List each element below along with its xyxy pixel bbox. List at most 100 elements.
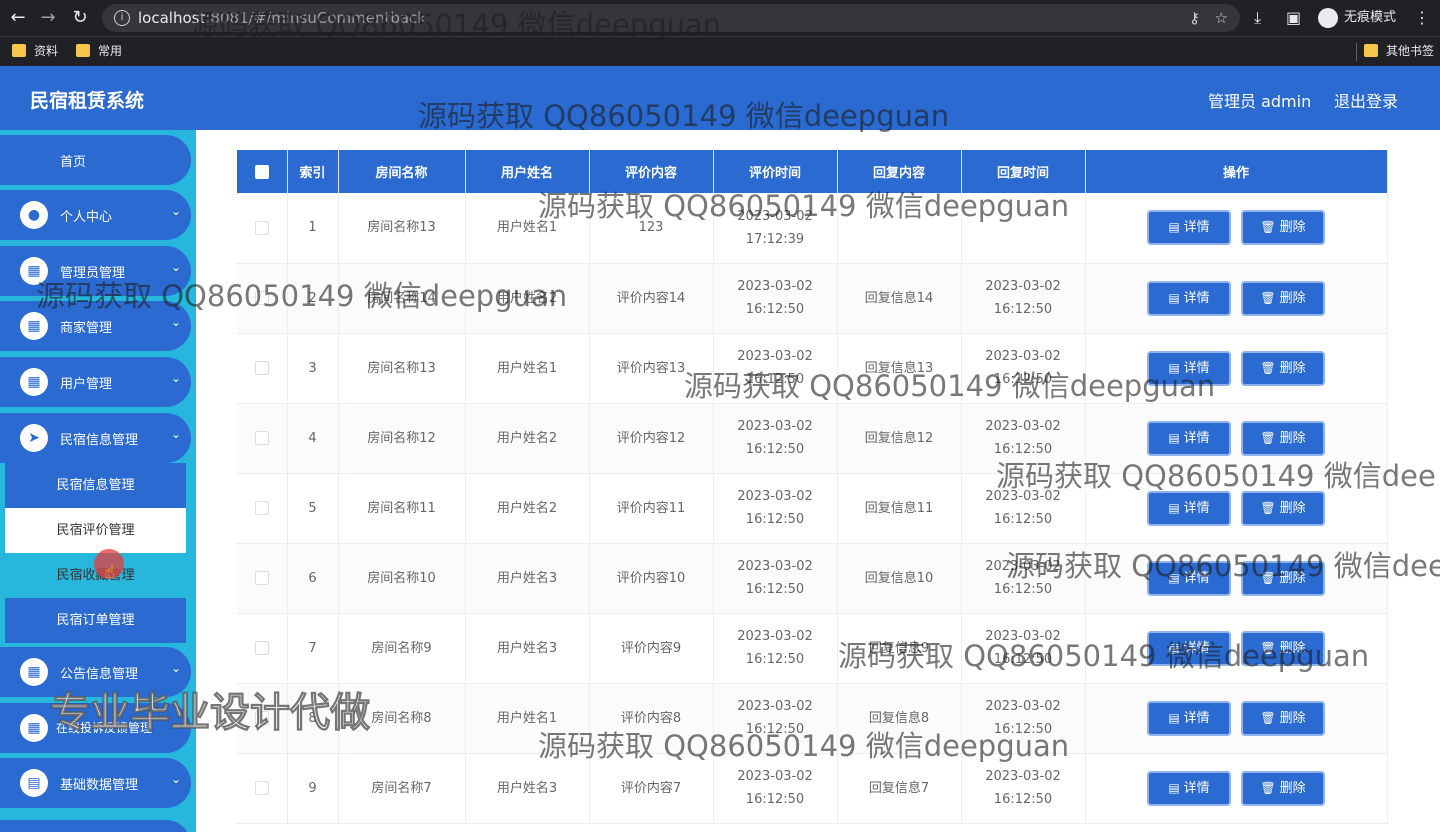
sidebar-item-more[interactable] (0, 820, 191, 832)
star-icon[interactable]: ☆ (1215, 4, 1228, 32)
user-icon: ● (20, 201, 48, 229)
detail-button[interactable]: ▤ 详情 (1147, 280, 1231, 316)
row-checkbox[interactable] (254, 501, 269, 515)
address-bar[interactable]: i localhost:8081/#/minsuCommentback ⚷ ☆ (102, 4, 1240, 32)
sidebar-item-admin-management[interactable]: ▦ 管理员管理 ⌄ (0, 246, 191, 296)
detail-button[interactable]: ▤ 详情 (1147, 490, 1231, 526)
detail-button[interactable]: ▤ 详情 (1147, 210, 1231, 246)
back-icon[interactable]: ← (6, 6, 30, 30)
detail-button[interactable]: ▤ 详情 (1147, 350, 1231, 386)
cell-room-name: 房间名称12 (338, 403, 466, 474)
delete-label: 删除 (1279, 570, 1306, 586)
folder-icon (1364, 44, 1378, 57)
detail-button[interactable]: ▤ 详情 (1147, 560, 1231, 596)
cell-reply-time: 2023-03-02 16:12:50 (961, 473, 1086, 544)
row-checkbox-cell (237, 193, 288, 264)
trash-icon: 🗑 (1260, 430, 1276, 445)
cell-comment: 评价内容9 (589, 613, 714, 684)
logout-link[interactable]: 退出登录 (1334, 88, 1398, 112)
sidebar-item-label: 个人中心 (60, 210, 113, 225)
grid-icon: ▦ (20, 368, 48, 396)
chevron-down-icon: ⌄ (170, 315, 181, 329)
detail-label: 详情 (1183, 290, 1210, 306)
document-icon: ▤ (1168, 570, 1180, 585)
sidebar-item-basic-data[interactable]: ▤ 基础数据管理 ⌄ (0, 758, 191, 808)
delete-button[interactable]: 🗑 删除 (1241, 630, 1325, 666)
sidebar-item-user-management[interactable]: ▦ 用户管理 ⌄ (0, 357, 191, 407)
cell-actions: ▤ 详情 🗑 删除 (1085, 333, 1388, 404)
delete-button[interactable]: 🗑 删除 (1241, 490, 1325, 526)
row-checkbox-cell (237, 543, 288, 614)
row-checkbox[interactable] (254, 361, 269, 375)
hand-cursor-icon: ☝ (104, 562, 115, 583)
download-icon[interactable]: ⤓ (1254, 8, 1261, 28)
info-icon[interactable]: i (114, 10, 130, 26)
bookmark-folder[interactable]: 资料 (12, 43, 58, 59)
key-icon[interactable]: ⚷ (1189, 4, 1200, 32)
cell-reply-time: 2023-03-02 16:12:50 (961, 613, 1086, 684)
sidebar-item-label: 管理员管理 (60, 266, 126, 281)
cell-reply: 回复信息13 (837, 333, 962, 404)
submenu-homestay-review[interactable]: 民宿评价管理 (5, 508, 186, 553)
delete-button[interactable]: 🗑 删除 (1241, 770, 1325, 806)
delete-label: 删除 (1279, 290, 1306, 306)
submenu-homestay-info[interactable]: 民宿信息管理 (5, 463, 186, 508)
row-checkbox[interactable] (254, 571, 269, 585)
delete-button[interactable]: 🗑 删除 (1241, 210, 1325, 246)
cell-reply-time: 2023-03-02 16:12:50 (961, 543, 1086, 614)
app-header: 民宿租赁系统 管理员 admin 退出登录 (0, 66, 1440, 130)
cell-actions: ▤ 详情 🗑 删除 (1085, 753, 1388, 824)
sidebar-item-home[interactable]: 首页 (0, 135, 191, 185)
incognito-icon (1318, 8, 1338, 28)
cell-comment: 评价内容13 (589, 333, 714, 404)
cell-reply-time: 2023-03-02 16:12:50 (961, 263, 1086, 334)
table-header-row: 索引 房间名称 用户姓名 评价内容 评价时间 回复内容 回复时间 操作 (237, 150, 1388, 193)
cell-reply: 回复信息7 (837, 753, 962, 824)
detail-label: 详情 (1183, 640, 1210, 656)
bookmark-folder[interactable]: 常用 (76, 43, 122, 59)
detail-button[interactable]: ▤ 详情 (1147, 770, 1231, 806)
detail-button[interactable]: ▤ 详情 (1147, 420, 1231, 456)
row-checkbox[interactable] (254, 641, 269, 655)
cell-comment-time: 2023-03-02 16:12:50 (713, 683, 838, 754)
reload-icon[interactable]: ↻ (68, 6, 92, 30)
detail-button[interactable]: ▤ 详情 (1147, 630, 1231, 666)
detail-label: 详情 (1183, 430, 1210, 446)
cell-user-name: 用户姓名3 (465, 613, 590, 684)
detail-label: 详情 (1183, 360, 1210, 376)
sidebar-item-merchant-management[interactable]: ▦ 商家管理 ⌄ (0, 301, 191, 351)
row-checkbox[interactable] (254, 291, 269, 305)
delete-button[interactable]: 🗑 删除 (1241, 700, 1325, 736)
delete-button[interactable]: 🗑 删除 (1241, 350, 1325, 386)
cell-actions: ▤ 详情 🗑 删除 (1085, 613, 1388, 684)
cell-room-name: 房间名称14 (338, 263, 466, 334)
cell-actions: ▤ 详情 🗑 删除 (1085, 403, 1388, 474)
delete-button[interactable]: 🗑 删除 (1241, 420, 1325, 456)
row-checkbox[interactable] (254, 220, 269, 235)
delete-button[interactable]: 🗑 删除 (1241, 560, 1325, 596)
document-icon: ▤ (1168, 290, 1180, 305)
sidebar-item-personal-center[interactable]: ● 个人中心 ⌄ (0, 190, 191, 240)
detail-button[interactable]: ▤ 详情 (1147, 700, 1231, 736)
row-checkbox[interactable] (254, 781, 269, 795)
sidepanel-icon[interactable]: ▣ (1286, 8, 1301, 27)
delete-label: 删除 (1279, 780, 1306, 796)
forward-icon[interactable]: → (36, 6, 60, 30)
other-bookmarks[interactable]: 其他书签 (1364, 43, 1434, 59)
cell-comment-time: 2023-03-02 16:12:50 (713, 403, 838, 474)
row-checkbox[interactable] (254, 431, 269, 445)
sidebar-item-homestay-info[interactable]: ➤ 民宿信息管理 ⌄ (0, 413, 191, 463)
submenu-homestay-order[interactable]: 民宿订单管理 (5, 598, 186, 643)
trash-icon: 🗑 (1260, 570, 1276, 585)
cell-actions: ▤ 详情 🗑 删除 (1085, 683, 1388, 754)
cell-actions: ▤ 详情 🗑 删除 (1085, 543, 1388, 614)
incognito-indicator[interactable]: 无痕模式 (1314, 5, 1406, 31)
detail-label: 详情 (1183, 710, 1210, 726)
clipboard-icon: ▤ (20, 769, 48, 797)
cell-reply-time: 2023-03-02 16:12:50 (961, 683, 1086, 754)
delete-button[interactable]: 🗑 删除 (1241, 280, 1325, 316)
table-row: 3 房间名称13 用户姓名1 评价内容13 2023-03-02 16:12:50 回复信… (237, 333, 1388, 404)
menu-kebab-icon[interactable]: ⋮ (1414, 8, 1430, 27)
browser-toolbar: ← → ↻ i localhost:8081/#/minsuCommentbac… (0, 0, 1440, 36)
select-all-checkbox[interactable] (254, 164, 269, 179)
